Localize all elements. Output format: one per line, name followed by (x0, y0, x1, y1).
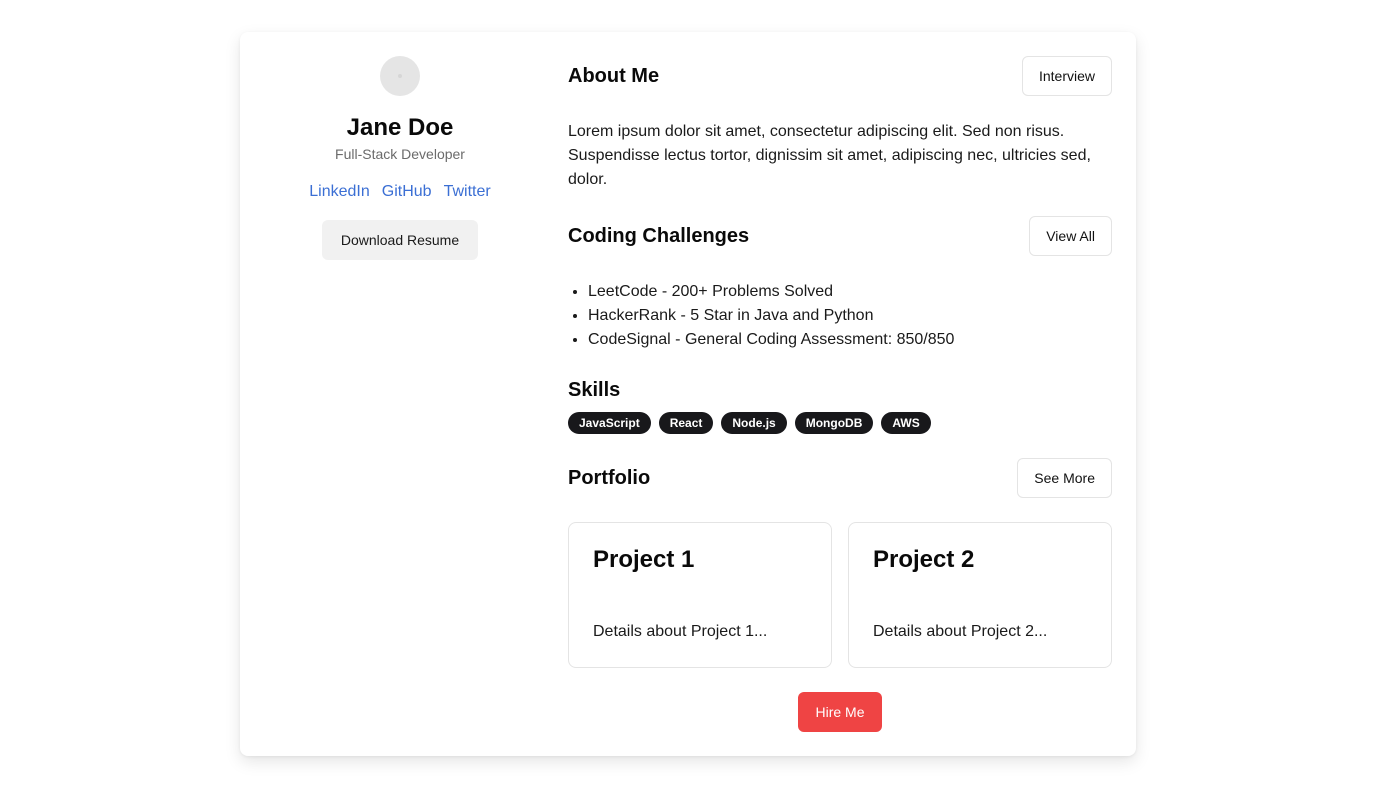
profile-card: Jane Doe Full-Stack Developer LinkedIn G… (240, 32, 1136, 756)
project-details: Details about Project 2... (873, 623, 1048, 640)
hire-me-button[interactable]: Hire Me (798, 692, 882, 732)
project-title: Project 2 (873, 546, 975, 573)
about-title: About Me (568, 65, 660, 87)
skills-list: JavaScript React Node.js MongoDB AWS (568, 412, 931, 434)
skill-badge: MongoDB (794, 412, 874, 434)
skill-badge: AWS (881, 412, 931, 434)
twitter-link[interactable]: Twitter (444, 182, 491, 202)
github-link[interactable]: GitHub (382, 182, 432, 202)
project-title: Project 1 (593, 546, 695, 573)
list-item: CodeSignal - General Coding Assessment: … (588, 328, 954, 352)
challenges-title: Coding Challenges (568, 225, 750, 247)
skill-badge: JavaScript (568, 412, 651, 434)
about-text: Lorem ipsum dolor sit amet, consectetur … (568, 123, 1091, 188)
profile-role: Full-Stack Developer (335, 146, 465, 162)
download-resume-button[interactable]: Download Resume (322, 220, 478, 260)
interview-button[interactable]: Interview (1021, 56, 1112, 96)
projects-grid: Project 1 Details about Project 1... Pro… (568, 522, 1112, 668)
profile-name: Jane Doe (346, 114, 454, 141)
project-card[interactable]: Project 2 Details about Project 2... (848, 522, 1112, 668)
see-more-button[interactable]: See More (1017, 458, 1112, 498)
linkedin-link[interactable]: LinkedIn (309, 182, 370, 202)
skill-badge: React (658, 412, 714, 434)
skills-title: Skills (568, 379, 621, 401)
avatar (380, 56, 420, 96)
project-card[interactable]: Project 1 Details about Project 1... (568, 522, 832, 668)
project-details: Details about Project 1... (593, 623, 768, 640)
view-all-button[interactable]: View All (1029, 216, 1112, 256)
list-item: HackerRank - 5 Star in Java and Python (588, 304, 954, 328)
skill-badge: Node.js (721, 412, 787, 434)
portfolio-title: Portfolio (568, 467, 651, 489)
social-links: LinkedIn GitHub Twitter (240, 182, 560, 202)
challenges-list: LeetCode - 200+ Problems Solved HackerRa… (568, 280, 954, 352)
list-item: LeetCode - 200+ Problems Solved (588, 280, 954, 304)
